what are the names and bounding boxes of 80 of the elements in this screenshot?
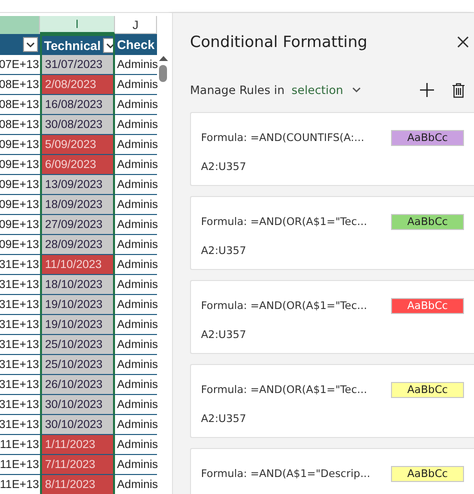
scope-dropdown[interactable]: selection [292,83,362,97]
date-cell: 30/10/2023 [40,395,115,415]
panel-title: Conditional Formatting [190,33,368,51]
date-cell: 25/10/2023 [40,335,115,355]
table-cell: Adminis [115,255,157,275]
table-cell: Adminis [115,155,157,175]
table-cell: Adminis [115,355,157,375]
rule-formula: Formula: =AND(A$1="Descrip... [201,468,372,480]
date-cell: 30/08/2023 [40,115,115,135]
scrollbar-thumb[interactable] [159,65,167,82]
table-cell: Adminis [115,335,157,355]
date-cell: 25/10/2023 [40,355,115,375]
table-cell: Adminis [115,435,157,455]
date-cell: 2/08/2023 [40,75,115,95]
date-cell: 16/08/2023 [40,95,115,115]
table-cell: Adminis [115,215,157,235]
table-cell: Adminis [115,235,157,255]
format-preview: AaBbCc [391,298,464,314]
table-cell: Adminis [115,175,157,195]
date-cell: 6/09/2023 [40,155,115,175]
date-cell: 19/10/2023 [40,295,115,315]
column-header[interactable]: I [40,16,115,34]
date-cell: 26/10/2023 [40,375,115,395]
table-cell: Adminis [115,475,157,494]
rule-formula: Formula: =AND(COUNTIFS(A:... [201,132,366,144]
date-cell: 7/11/2023 [40,455,115,475]
close-icon[interactable] [457,36,469,48]
date-cell: 18/09/2023 [40,195,115,215]
column-header[interactable]: J [115,16,157,34]
rule-range: A2:U357 [201,161,246,173]
date-cell: 28/09/2023 [40,235,115,255]
table-cell: Adminis [115,195,157,215]
date-cell: 5/09/2023 [40,135,115,155]
manage-rules-label: Manage Rules in [190,83,284,97]
rule-card[interactable]: Formula: =AND(OR(A$1="Tec... AaBbCc A2:U357 [190,280,474,354]
rule-formula: Formula: =AND(OR(A$1="Tec... [201,384,368,396]
table-cell: Adminis [115,295,157,315]
date-cell: 30/10/2023 [40,415,115,435]
rule-range: A2:U357 [201,245,246,257]
table-cell: Adminis [115,275,157,295]
date-cell: 11/10/2023 [40,255,115,275]
date-cell: 1/11/2023 [40,435,115,455]
format-preview: AaBbCc [391,382,464,398]
table-cell: Adminis [115,135,157,155]
table-cell: Adminis [115,95,157,115]
date-cell: 8/11/2023 [40,475,115,494]
date-cell: 18/10/2023 [40,275,115,295]
rule-formula: Formula: =AND(OR(A$1="Tec... [201,300,368,312]
format-preview: AaBbCc [391,214,464,230]
rule-card[interactable]: Formula: =AND(OR(A$1="Tec... AaBbCc A2:U357 [190,196,474,270]
filter-button[interactable] [102,38,113,53]
table-cell: Adminis [115,315,157,335]
caret-icon [26,42,35,48]
table-cell: Adminis [115,75,157,95]
table-cell: Adminis [115,455,157,475]
table-cell: Adminis [115,55,157,75]
caret-icon [106,42,113,48]
add-icon[interactable] [420,83,434,97]
table-cell: Adminis [115,375,157,395]
date-cell: 19/10/2023 [40,315,115,335]
rule-formula: Formula: =AND(OR(A$1="Tec... [201,216,368,228]
date-cell: 27/09/2023 [40,215,115,235]
table-cell: Adminis [115,115,157,135]
header-label: Technical [44,38,101,52]
rule-card[interactable]: Formula: =AND(OR(A$1="Tec... AaBbCc A2:U357 [190,364,474,438]
header-label: Check [117,38,155,52]
rule-card[interactable]: Formula: =AND(A$1="Descrip... AaBbCc [190,448,474,494]
rule-card[interactable]: Formula: =AND(COUNTIFS(A:... AaBbCc A2:U357 [190,112,474,186]
caret-icon [352,87,362,93]
rule-range: A2:U357 [201,329,246,341]
trash-icon[interactable] [452,82,465,98]
scroll-up-icon[interactable] [159,55,168,62]
table-cell: Adminis [115,415,157,435]
date-cell: 13/09/2023 [40,175,115,195]
format-preview: AaBbCc [391,466,464,482]
date-cell: 31/07/2023 [40,55,115,75]
table-cell: Adminis [115,395,157,415]
rule-range: A2:U357 [201,413,246,425]
format-preview: AaBbCc [391,130,464,146]
filter-button[interactable] [23,37,38,52]
